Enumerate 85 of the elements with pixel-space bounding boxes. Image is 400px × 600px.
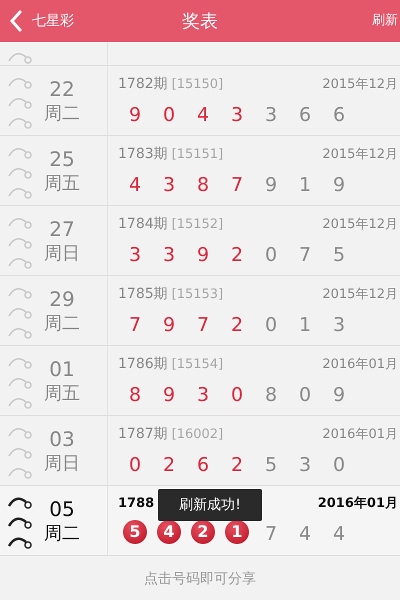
extra-number[interactable]: 0 (264, 241, 278, 270)
refresh-button[interactable]: 刷新 (372, 11, 400, 31)
draw-date: 2015年12月 (322, 76, 399, 94)
main-number[interactable]: 9 (196, 241, 210, 270)
weekday-label: 周五 (44, 172, 80, 196)
draw-code: [16002] (172, 426, 224, 444)
extra-number[interactable]: 9 (332, 171, 346, 200)
main-number[interactable]: 9 (128, 101, 142, 130)
day-number: 05 (49, 496, 75, 522)
main-number[interactable]: 2 (162, 451, 176, 480)
extra-number[interactable]: 4 (332, 520, 346, 548)
issue-number: 1783期 (118, 145, 168, 164)
extra-number[interactable]: 7 (264, 520, 278, 548)
back-icon (8, 10, 24, 32)
extra-number[interactable]: 4 (298, 520, 312, 548)
draw-date: 2015年12月 (322, 216, 399, 234)
extra-number[interactable]: 1 (298, 311, 312, 340)
issue-number: 1786期 (118, 355, 168, 374)
draw-date: 2016年01月 (322, 426, 399, 444)
main-number[interactable]: 3 (162, 171, 176, 200)
issue-number: 1785期 (118, 285, 168, 304)
refresh-toast: 刷新成功! (158, 489, 262, 521)
extra-number[interactable]: 9 (332, 381, 346, 410)
draw-date: 2016年01月 (318, 495, 399, 513)
draw-code: [15152] (172, 216, 224, 234)
extra-number[interactable]: 3 (264, 101, 278, 130)
day-number: 22 (49, 76, 75, 102)
extra-number[interactable]: 6 (298, 101, 312, 130)
extra-number[interactable]: 0 (332, 451, 346, 480)
main-number[interactable]: 9 (162, 311, 176, 340)
draw-code: [15154] (172, 356, 224, 374)
weekday-label: 周二 (44, 102, 80, 126)
main-number[interactable]: 7 (196, 311, 210, 340)
weekday-label: 周五 (44, 382, 80, 406)
main-number[interactable]: 0 (128, 451, 142, 480)
issue-number: 1782期 (118, 75, 168, 94)
main-number[interactable]: 2 (230, 241, 244, 270)
weekday-label: 周日 (44, 242, 80, 266)
draw-date: 2015年12月 (322, 286, 399, 304)
draw-date: 2016年01月 (322, 356, 399, 374)
extra-number[interactable]: 3 (332, 311, 346, 340)
weekday-label: 周二 (44, 522, 80, 546)
back-button[interactable]: 七星彩 (0, 10, 74, 32)
day-number: 03 (49, 426, 75, 452)
main-number[interactable]: 3 (230, 101, 244, 130)
main-number[interactable]: 3 (162, 241, 176, 270)
weekday-label: 周日 (44, 452, 80, 476)
day-number: 27 (49, 216, 75, 242)
main-number[interactable]: 8 (128, 381, 142, 410)
extra-number[interactable]: 3 (298, 451, 312, 480)
extra-number[interactable]: 1 (298, 171, 312, 200)
issue-number: 1787期 (118, 425, 168, 444)
draw-code: [15151] (172, 146, 224, 164)
main-number[interactable]: 8 (196, 171, 210, 200)
main-number[interactable]: 2 (230, 311, 244, 340)
day-number: 29 (49, 286, 75, 312)
main-number[interactable]: 7 (128, 311, 142, 340)
main-number[interactable]: 6 (196, 451, 210, 480)
main-number[interactable]: 3 (128, 241, 142, 270)
extra-number[interactable]: 5 (332, 241, 346, 270)
draw-code: [15153] (172, 286, 224, 304)
extra-number[interactable]: 5 (264, 451, 278, 480)
main-number[interactable]: 2 (230, 451, 244, 480)
extra-number[interactable]: 8 (264, 381, 278, 410)
main-number[interactable]: 9 (162, 381, 176, 410)
day-number: 25 (49, 146, 75, 172)
extra-number[interactable]: 6 (332, 101, 346, 130)
draw-code: [15150] (172, 76, 224, 94)
main-number[interactable]: 7 (230, 171, 244, 200)
draw-date: 2015年12月 (322, 146, 399, 164)
issue-number: 1784期 (118, 215, 168, 234)
page-title: 奖表 (182, 10, 218, 34)
main-number[interactable]: 3 (196, 381, 210, 410)
day-number: 01 (49, 356, 75, 382)
main-number[interactable]: 0 (230, 381, 244, 410)
extra-number[interactable]: 0 (298, 381, 312, 410)
extra-number[interactable]: 9 (264, 171, 278, 200)
main-number[interactable]: 4 (128, 171, 142, 200)
main-number[interactable]: 0 (162, 101, 176, 130)
weekday-label: 周二 (44, 312, 80, 336)
extra-number[interactable]: 7 (298, 241, 312, 270)
footer-hint: 点击号码即可分享 (143, 570, 257, 588)
issue-number: 1788 (118, 495, 154, 513)
extra-number[interactable]: 0 (264, 311, 278, 340)
main-number[interactable]: 4 (196, 101, 210, 130)
